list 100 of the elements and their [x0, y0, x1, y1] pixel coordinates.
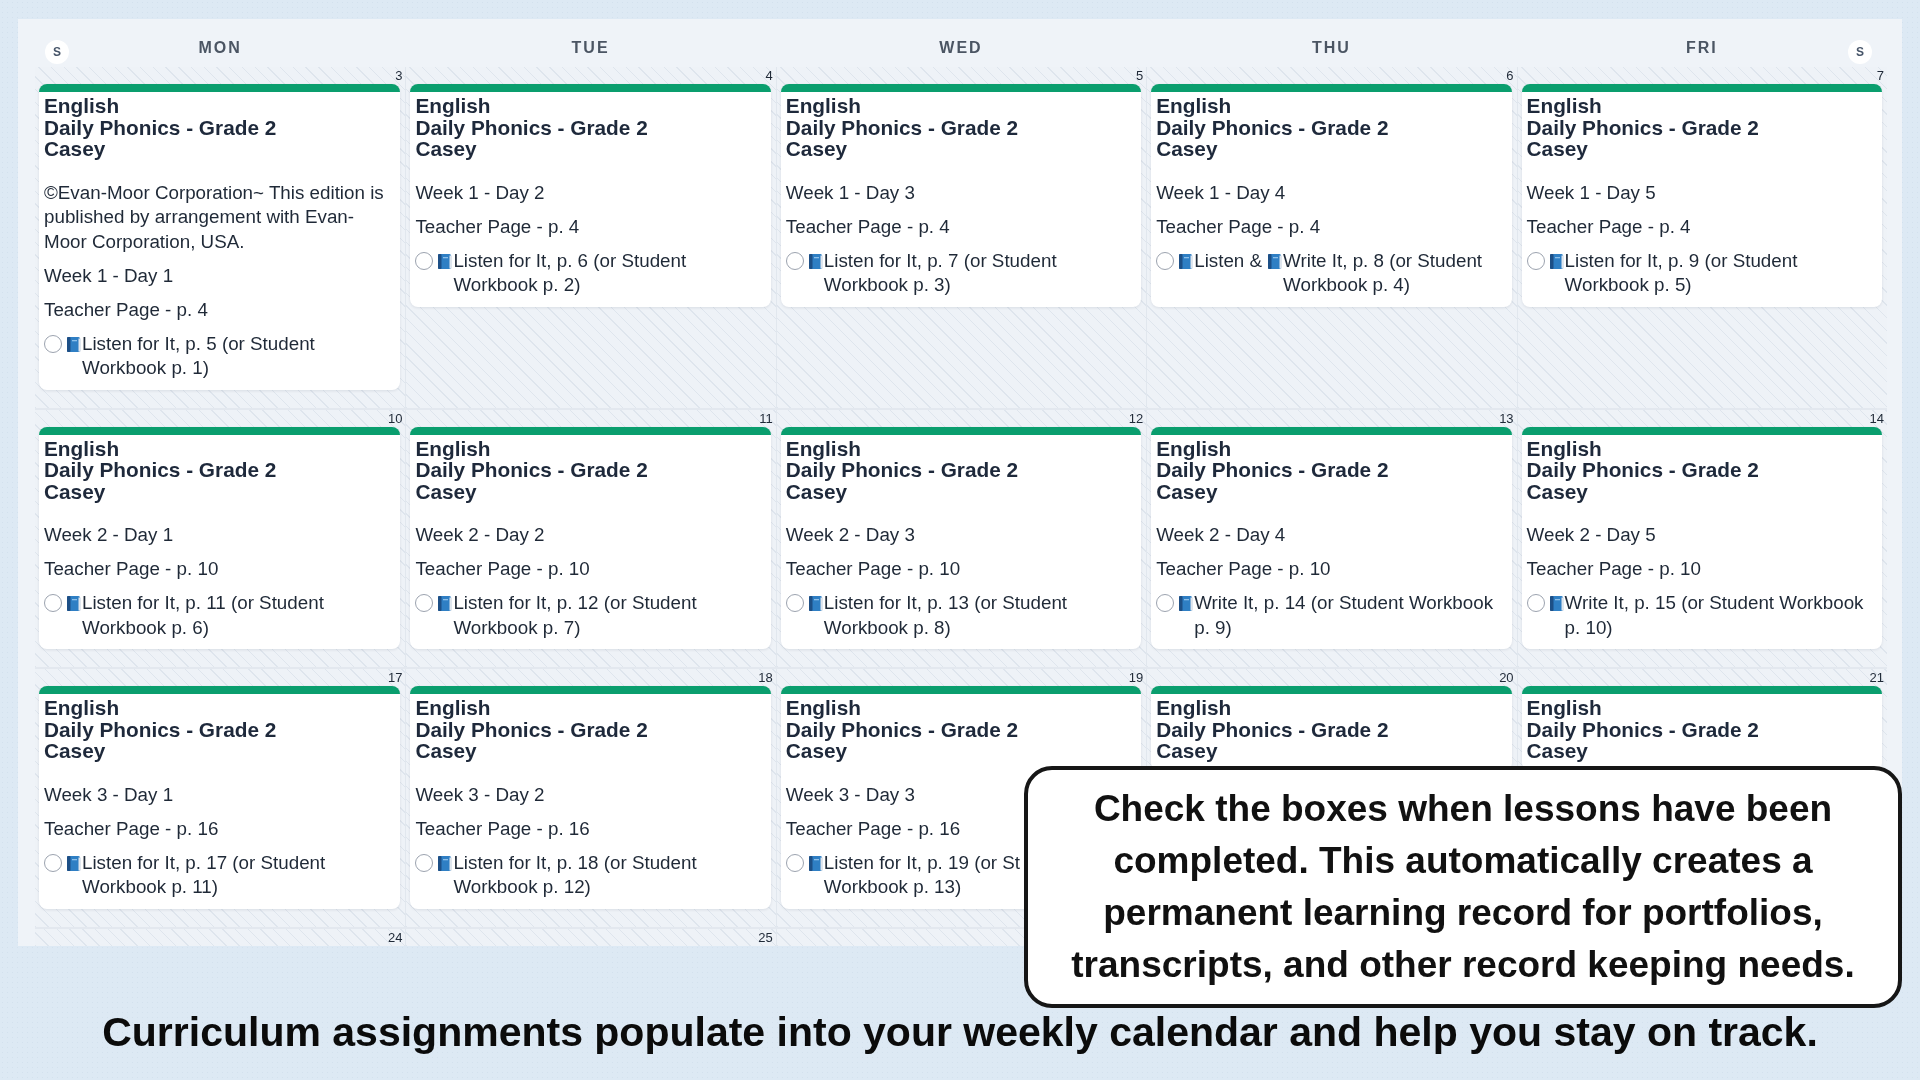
course-title: Daily Phonics - Grade 2 [44, 718, 277, 740]
student-name: Casey [785, 740, 848, 762]
day-header: MON [198, 39, 242, 57]
course-title: Daily Phonics - Grade 2 [1526, 459, 1759, 481]
assignment-note: Week 2 - Day 2 [415, 523, 545, 547]
day-toggle-button[interactable]: S [1848, 40, 1872, 64]
subject-label: English [44, 95, 120, 117]
student-name: Casey [415, 480, 477, 502]
checkbox[interactable] [785, 251, 804, 270]
book-icon [437, 854, 454, 872]
assignment-note: Teacher Page - p. 10 [1156, 557, 1331, 581]
task-text: Listen for It, p. 5 (or Student Workbook p. 1) [82, 331, 316, 380]
date-number: 13 [1499, 409, 1514, 427]
date-number: 17 [387, 669, 403, 686]
student-name: Casey [785, 138, 848, 160]
student-name: Casey [1526, 740, 1588, 762]
subject-label: English [44, 437, 120, 459]
date-number: 4 [765, 67, 773, 84]
book-icon [807, 252, 824, 270]
date-number: 24 [387, 928, 403, 946]
subject-label: English [785, 697, 861, 719]
subject-label: English [415, 95, 491, 117]
course-title: Daily Phonics - Grade 2 [44, 116, 277, 138]
book-icon [66, 854, 82, 872]
assignment-note: Teacher Page - p. 4 [785, 214, 950, 239]
date-number: 11 [759, 409, 773, 427]
student-name: Casey [1156, 138, 1218, 160]
task-text: Listen & [1194, 248, 1263, 273]
checkbox[interactable] [415, 251, 434, 270]
student-name: Casey [44, 740, 106, 762]
task-text: Listen for It, p. 11 (or Student Workbook p. 6) [82, 591, 325, 640]
assignment-note: Teacher Page - p. 4 [1156, 214, 1321, 239]
checkbox[interactable] [1156, 251, 1175, 270]
caption-text: Curriculum assignments populate into your weekly calendar and help you stay on track. [102, 1007, 1818, 1056]
date-number: 6 [1506, 67, 1514, 84]
book-icon [807, 595, 824, 612]
assignment-note: Week 2 - Day 3 [785, 523, 915, 547]
assignment-note: Teacher Page - p. 4 [44, 297, 208, 322]
student-name: Casey [44, 138, 106, 160]
assignment-note: Teacher Page - p. 10 [1526, 557, 1701, 581]
date-number: 21 [1869, 669, 1884, 686]
task-text: Write It, p. 15 (or Student Workbook p. 10) [1564, 591, 1865, 640]
course-title: Daily Phonics - Grade 2 [1526, 116, 1759, 138]
student-name: Casey [1526, 480, 1588, 502]
assignment-note: Teacher Page - p. 16 [415, 816, 590, 841]
subject-label: English [1526, 95, 1602, 117]
student-name: Casey [415, 740, 477, 762]
assignment-note: Teacher Page - p. 16 [44, 816, 219, 841]
book-icon [1178, 252, 1195, 270]
course-title: Daily Phonics - Grade 2 [415, 116, 648, 138]
checkbox[interactable] [415, 853, 434, 872]
book-icon [66, 335, 82, 353]
assignment-note: Teacher Page - p. 16 [785, 816, 961, 841]
checkbox[interactable] [1156, 594, 1175, 612]
assignment-note: ©Evan-Moor Corporation~ This edition is published by arrangement with Evan-Moor Corporation, USA. [44, 180, 385, 254]
date-number: 20 [1499, 669, 1514, 686]
assignment-note: Teacher Page - p. 4 [415, 214, 580, 239]
assignment-note: Week 1 - Day 2 [415, 180, 545, 205]
course-title: Daily Phonics - Grade 2 [1526, 718, 1759, 740]
date-number: 25 [758, 928, 773, 946]
student-name: Casey [1156, 740, 1218, 762]
course-title: Daily Phonics - Grade 2 [785, 116, 1019, 138]
day-toggle-button[interactable]: S [45, 40, 69, 64]
student-name: Casey [1156, 480, 1218, 502]
subject-label: English [1526, 697, 1602, 719]
course-title: Daily Phonics - Grade 2 [415, 718, 648, 740]
book-icon [807, 854, 824, 872]
assignment-note: Week 2 - Day 4 [1156, 523, 1286, 547]
checkbox[interactable] [44, 853, 62, 872]
assignment-note: Teacher Page - p. 10 [785, 557, 961, 581]
course-title: Daily Phonics - Grade 2 [1156, 718, 1389, 740]
day-header: THU [1311, 39, 1351, 57]
course-title: Daily Phonics - Grade 2 [44, 459, 277, 481]
assignment-note: Week 3 - Day 2 [415, 782, 545, 807]
course-title: Daily Phonics - Grade 2 [415, 459, 648, 481]
subject-label: English [1156, 437, 1232, 459]
date-number: 7 [1876, 67, 1884, 84]
date-number: 14 [1869, 409, 1884, 427]
subject-label: English [785, 95, 861, 117]
assignment-note: Week 1 - Day 4 [1156, 180, 1286, 205]
checkbox[interactable] [1526, 251, 1545, 270]
checkbox[interactable] [785, 853, 804, 872]
student-name: Casey [415, 138, 477, 160]
book-icon [66, 595, 82, 612]
checkbox[interactable] [44, 334, 62, 353]
course-title: Daily Phonics - Grade 2 [1156, 116, 1389, 138]
date-number: 5 [1135, 67, 1144, 84]
checkbox[interactable] [44, 594, 62, 612]
subject-label: English [785, 437, 861, 459]
checkbox[interactable] [415, 594, 434, 612]
subject-label: English [1526, 437, 1602, 459]
book-icon [437, 252, 454, 270]
date-number: 19 [1128, 669, 1144, 686]
assignment-note: Teacher Page - p. 10 [415, 557, 590, 581]
course-title: Daily Phonics - Grade 2 [785, 718, 1019, 740]
date-number: 10 [387, 409, 403, 427]
checkbox[interactable] [1526, 594, 1545, 612]
course-title: Daily Phonics - Grade 2 [785, 459, 1019, 481]
checkbox[interactable] [785, 594, 804, 612]
subject-label: English [44, 697, 120, 719]
